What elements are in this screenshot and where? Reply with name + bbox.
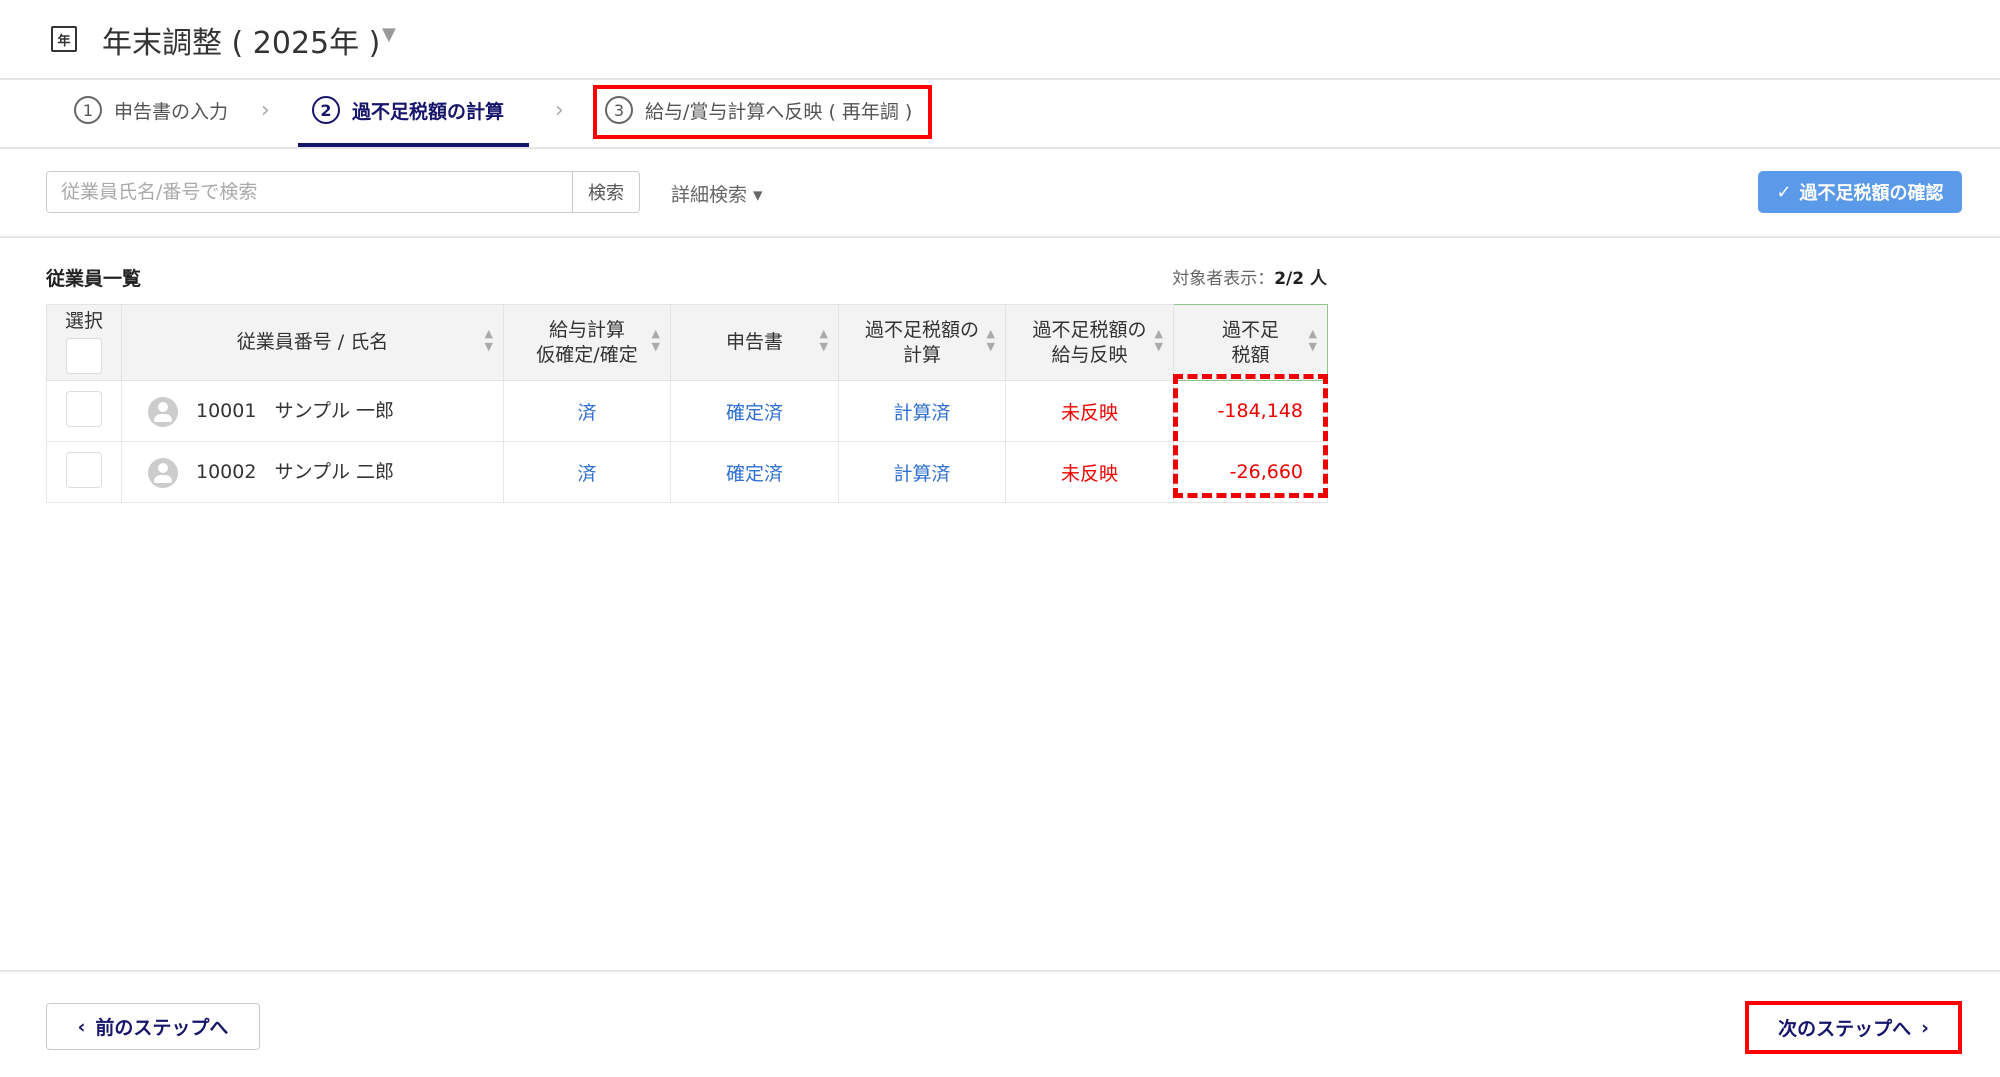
sort-icon[interactable]: ▲ ▼	[1155, 327, 1163, 353]
declaration-status[interactable]: 確定済	[670, 380, 839, 443]
sort-icon[interactable]: ▲ ▼	[652, 327, 660, 353]
avatar-icon	[148, 396, 178, 427]
col-payroll[interactable]: 給与計算 仮確定/確定 ▲ ▼	[503, 303, 671, 382]
table-row[interactable]: 10002 サンプル 二郎 済 確定済 計算済 未反映 -26,660	[46, 441, 1328, 504]
header-label: 過不足 税額	[1221, 319, 1279, 366]
advanced-search-toggle[interactable]: 詳細検索 ▾	[671, 180, 763, 207]
step-number: 1	[74, 96, 102, 124]
step-2[interactable]: 2 過不足税額の計算	[312, 96, 504, 124]
step-1[interactable]: 1 申告書の入力	[74, 96, 228, 124]
sort-icon[interactable]: ▲ ▼	[1309, 327, 1317, 353]
page-title: 年末調整 ( 2025年 )	[102, 26, 381, 61]
employee-name: サンプル 一郎	[274, 400, 395, 423]
header-label: 過不足税額の 給与反映	[1032, 319, 1147, 366]
divider	[0, 236, 2000, 238]
employee-id: 10002	[196, 461, 257, 484]
step-number: 2	[312, 96, 340, 124]
calendar-icon: 年	[51, 26, 77, 52]
row-checkbox[interactable]	[66, 451, 102, 488]
header-label: 過不足税額の 計算	[864, 319, 979, 366]
step-label: 過不足税額の計算	[352, 100, 505, 123]
header-label: 従業員番号 / 氏名	[236, 331, 389, 354]
highlight-annotation	[1173, 374, 1328, 498]
employee-id: 10001	[196, 400, 257, 423]
sort-icon[interactable]: ▲ ▼	[820, 327, 828, 353]
confirm-tax-button[interactable]: ✓ 過不足税額の確認	[1758, 171, 1962, 213]
col-select: 選択	[46, 303, 122, 382]
employee-name: サンプル 二郎	[274, 461, 395, 484]
calc-status[interactable]: 計算済	[838, 380, 1006, 443]
sort-icon[interactable]: ▲ ▼	[987, 327, 995, 353]
chevron-right-icon: ›	[555, 98, 564, 123]
avatar-icon	[148, 457, 178, 488]
header-label: 選択	[64, 310, 103, 332]
count-value: 2/2 人	[1274, 269, 1327, 289]
divider	[0, 147, 2000, 149]
prev-step-button[interactable]: ‹ 前のステップへ	[46, 1003, 260, 1050]
payroll-status[interactable]: 済	[503, 380, 671, 443]
reflect-status: 未反映	[1005, 380, 1174, 443]
check-icon: ✓	[1776, 181, 1792, 203]
payroll-status[interactable]: 済	[503, 441, 671, 504]
table-row[interactable]: 10001 サンプル 一郎 済 確定済 計算済 未反映 -184,148	[46, 380, 1328, 443]
search-input[interactable]	[46, 171, 573, 213]
col-amount[interactable]: 過不足 税額 ▲ ▼	[1173, 303, 1328, 382]
select-all-checkbox[interactable]	[66, 337, 102, 374]
divider	[0, 78, 2000, 80]
chevron-right-icon: ›	[1921, 1016, 1929, 1039]
col-declaration[interactable]: 申告書 ▲ ▼	[670, 303, 839, 382]
year-dropdown-caret-icon[interactable]: ▼	[382, 24, 396, 45]
section-title: 従業員一覧	[46, 268, 142, 290]
search-button[interactable]: 検索	[572, 171, 640, 213]
sort-icon[interactable]: ▲ ▼	[485, 327, 493, 353]
row-checkbox[interactable]	[66, 390, 102, 427]
divider	[0, 970, 2000, 972]
target-count: 対象者表示：2/2 人	[1172, 264, 1327, 289]
next-step-button[interactable]: 次のステップへ ›	[1745, 1001, 1962, 1054]
confirm-tax-label: 過不足税額の確認	[1799, 183, 1944, 204]
header-label: 給与計算 仮確定/確定	[536, 319, 638, 366]
step-label: 申告書の入力	[114, 100, 229, 123]
reflect-status: 未反映	[1005, 441, 1174, 504]
count-label: 対象者表示：	[1172, 269, 1275, 289]
chevron-right-icon: ›	[261, 98, 270, 123]
declaration-status[interactable]: 確定済	[670, 441, 839, 504]
calc-status[interactable]: 計算済	[838, 441, 1006, 504]
highlight-annotation	[593, 85, 932, 139]
chevron-left-icon: ‹	[77, 1015, 86, 1038]
col-reflect[interactable]: 過不足税額の 給与反映 ▲ ▼	[1005, 303, 1174, 382]
employee-table: 選択 従業員番号 / 氏名 ▲ ▼ 給与計算 仮確定/確定 ▲ ▼ 申告書 ▲ ▼ 過不足税…	[46, 303, 1328, 504]
col-employee[interactable]: 従業員番号 / 氏名 ▲ ▼	[121, 303, 504, 382]
next-step-label: 次のステップへ	[1778, 1018, 1912, 1040]
header-label: 申告書	[725, 331, 783, 354]
col-calc[interactable]: 過不足税額の 計算 ▲ ▼	[838, 303, 1006, 382]
prev-step-label: 前のステップへ	[95, 1017, 229, 1039]
